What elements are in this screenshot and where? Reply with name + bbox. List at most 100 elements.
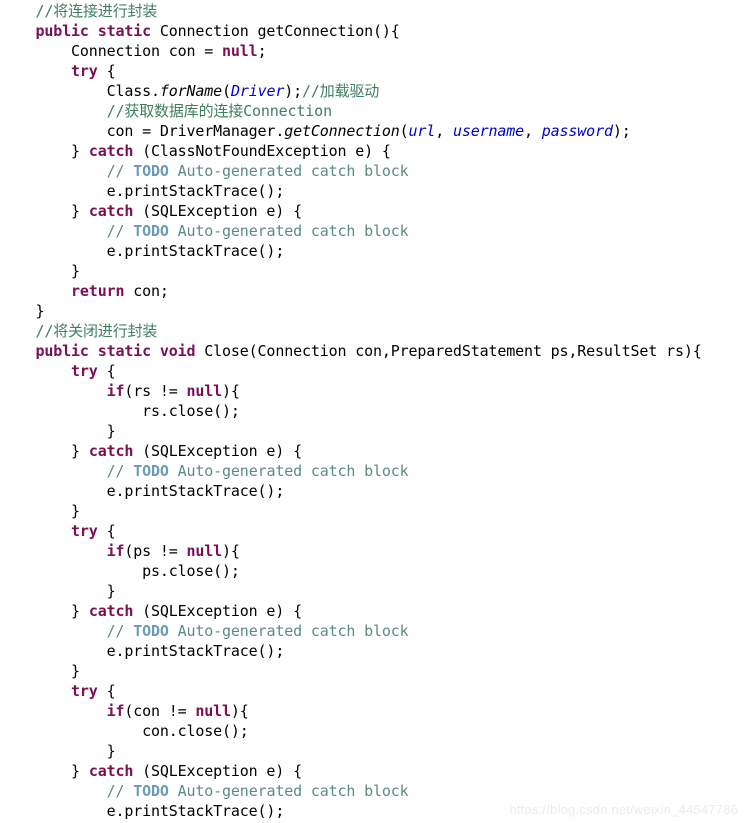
code-token-keyword: catch <box>88 762 134 780</box>
code-token-plain: ps.close(); <box>142 562 240 580</box>
code-line: e.printStackTrace(); <box>0 481 744 501</box>
code-token-field: url <box>408 122 436 140</box>
code-token-plain: ){ <box>230 702 249 720</box>
code-token-plain: { <box>97 522 116 540</box>
code-token-method: getConnection <box>284 122 400 140</box>
code-token-todotext: Auto-generated catch block <box>168 782 409 800</box>
code-token-keyword: return <box>71 282 125 300</box>
code-token-plain: ); <box>612 122 631 140</box>
code-token-plain: e.printStackTrace(); <box>106 182 285 200</box>
code-line: rs.close(); <box>0 401 744 421</box>
code-line: } catch (SQLException e) { <box>0 761 744 781</box>
code-token-plain: (SQLException e) { <box>133 762 302 780</box>
code-line: Connection con = null; <box>0 41 744 61</box>
code-line: return con; <box>0 281 744 301</box>
code-line: e.printStackTrace(); <box>0 181 744 201</box>
code-line: } <box>0 581 744 601</box>
code-token-keyword: null <box>195 702 231 720</box>
code-token-plain: { <box>97 682 116 700</box>
code-token-keyword: try <box>71 522 98 540</box>
code-line: // TODO Auto-generated catch block <box>0 461 744 481</box>
code-token-plain: } <box>71 262 80 280</box>
code-token-keyword: catch <box>88 142 134 160</box>
code-token-keyword: catch <box>88 602 134 620</box>
code-line: if(ps != null){ <box>0 541 744 561</box>
code-token-plain: (SQLException e) { <box>133 202 302 220</box>
code-token-field: username <box>452 122 525 140</box>
code-line: e.printStackTrace(); <box>0 641 744 661</box>
code-line: con = DriverManager.getConnection(url, u… <box>0 121 744 141</box>
code-token-plain: ){ <box>222 542 240 560</box>
code-line: con.close(); <box>0 721 744 741</box>
code-token-field: password <box>541 122 613 140</box>
code-token-plain: } <box>71 602 89 620</box>
code-token-plain: con.close(); <box>142 722 249 740</box>
code-line: } catch (SQLException e) { <box>0 601 744 621</box>
code-token-plain: Connection con = <box>71 42 223 60</box>
code-token-keyword: null <box>186 542 223 560</box>
code-token-keyword: if <box>106 382 125 400</box>
code-token-comment: //加载驱动 <box>302 82 380 100</box>
code-line: } <box>0 261 744 281</box>
code-token-plain: rs.close(); <box>142 402 240 420</box>
code-token-plain: } <box>71 442 89 460</box>
code-line: if(con != null){ <box>0 701 744 721</box>
code-token-plain: con = DriverManager. <box>106 122 285 140</box>
code-line: } <box>0 301 744 321</box>
code-token-plain: } <box>35 302 45 320</box>
code-line: Class.forName(Driver);//加载驱动 <box>0 81 744 101</box>
code-token-plain: } <box>106 582 116 600</box>
code-line: } <box>0 741 744 761</box>
code-token-plain: Close(Connection con,PreparedStatement p… <box>195 342 702 360</box>
code-token-keyword: try <box>71 62 98 80</box>
code-line: } catch (ClassNotFoundException e) { <box>0 141 744 161</box>
code-token-comment: //获取数据库的连接Connection <box>106 102 333 120</box>
code-listing: //将连接进行封装 public static Connection getCo… <box>0 0 744 821</box>
code-line: // TODO Auto-generated catch block <box>0 781 744 801</box>
code-token-todotext: // <box>106 782 134 800</box>
code-line: } <box>0 501 744 521</box>
code-token-todotext: // <box>106 162 134 180</box>
code-token-plain: Class. <box>106 82 160 100</box>
code-token-todotext: Auto-generated catch block <box>168 622 409 640</box>
code-token-keyword: catch <box>88 202 134 220</box>
code-token-todotext: // <box>106 622 134 640</box>
code-line: } catch (SQLException e) { <box>0 201 744 221</box>
code-token-todo: TODO <box>133 622 169 640</box>
code-token-plain: } <box>71 762 89 780</box>
code-token-todo: TODO <box>133 462 169 480</box>
code-line: if(rs != null){ <box>0 381 744 401</box>
code-token-plain: } <box>71 202 89 220</box>
code-token-field: Driver <box>230 82 285 100</box>
code-line: e.printStackTrace(); <box>0 241 744 261</box>
code-token-plain: } <box>71 502 80 520</box>
code-line: try { <box>0 361 744 381</box>
code-token-plain: } <box>106 742 116 760</box>
code-token-keyword: null <box>186 382 223 400</box>
code-token-plain: con; <box>124 282 169 300</box>
code-token-plain: } <box>71 142 89 160</box>
code-token-todotext: Auto-generated catch block <box>168 462 409 480</box>
code-token-plain: } <box>71 662 80 680</box>
code-token-plain: e.printStackTrace(); <box>106 642 285 660</box>
code-token-plain: ( <box>399 122 409 140</box>
